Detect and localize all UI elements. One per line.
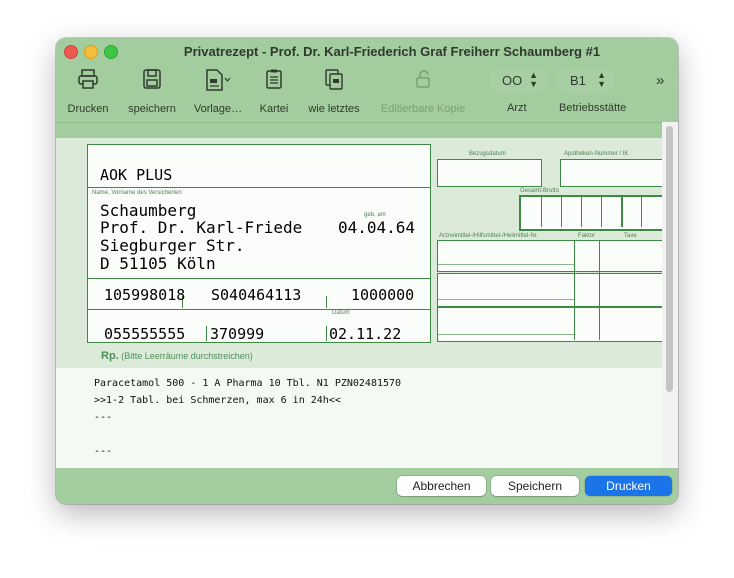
up-down-chevron-icon: ▲ ▼ <box>597 70 606 89</box>
patient-street[interactable]: Siegburger Str. <box>100 236 245 255</box>
prescription-line-3[interactable]: --- <box>94 412 112 423</box>
date-caption: Datum <box>332 310 350 316</box>
site-select-value: B1 <box>570 73 586 88</box>
prescription-line-2[interactable]: >>1-2 Tabl. bei Schmerzen, max 6 in 24h<… <box>94 395 341 406</box>
rp-label-text: Rp. <box>101 350 119 362</box>
toolbar-separator <box>56 122 678 139</box>
field-divider <box>206 326 207 341</box>
doctor-select-label: Arzt <box>507 102 527 114</box>
kostentraeger-number[interactable]: 105998018 <box>104 286 185 304</box>
save-button[interactable]: Speichern <box>491 476 579 496</box>
patient-birthdate[interactable]: 04.04.64 <box>338 218 415 237</box>
medication-number-caption: Arzneimittel-/Hilfsmittel-/Heilmittel-Nr… <box>439 233 539 239</box>
doctor-select-value: OO <box>502 73 523 88</box>
index-toolbar-label: Kartei <box>259 103 289 115</box>
medication-row-2 <box>437 273 662 307</box>
field-divider <box>326 326 327 341</box>
prescription-canvas: AOK PLUS Name, Vorname des Versicherten … <box>56 138 662 468</box>
up-down-chevron-icon: ▲ ▼ <box>529 70 538 89</box>
toolbar-overflow-button[interactable]: » <box>656 72 664 89</box>
column-divider <box>599 240 600 340</box>
tick-baseline <box>437 264 574 265</box>
site-select[interactable]: B1 ▲ ▼ <box>558 69 614 93</box>
doctor-select[interactable]: OO ▲ ▼ <box>490 69 546 93</box>
digit-divider <box>581 197 582 227</box>
print-button[interactable]: Drucken <box>585 476 672 496</box>
title-bar: Privatrezept - Prof. Dr. Karl-Friederich… <box>56 38 678 66</box>
insurer-name[interactable]: AOK PLUS <box>100 166 172 184</box>
site-select-label: Betriebsstätte <box>559 102 627 114</box>
unlock-icon <box>376 68 470 94</box>
scrollbar-thumb[interactable] <box>666 126 673 392</box>
editable-copy-toolbar-button[interactable]: Editierbare Kopie <box>376 68 470 115</box>
print-toolbar-label: Drucken <box>67 103 109 115</box>
prescription-date[interactable]: 02.11.22 <box>329 325 401 343</box>
pharmacy-number-caption: Apotheken-Nummer / IK <box>564 151 629 157</box>
doctor-number[interactable]: 370999 <box>210 325 264 343</box>
index-toolbar-button[interactable]: Kartei <box>252 68 296 115</box>
digit-divider <box>621 197 623 227</box>
clipboard-icon <box>252 68 296 94</box>
insurance-status[interactable]: 1000000 <box>351 286 414 304</box>
tax-caption: Taxe <box>624 233 637 239</box>
template-toolbar-label: Vorlage… <box>193 103 243 115</box>
column-divider <box>574 240 575 340</box>
factor-caption: Faktor <box>578 233 596 239</box>
cancel-button[interactable]: Abbrechen <box>397 476 486 496</box>
editable-copy-toolbar-label: Editierbare Kopie <box>380 103 466 115</box>
prescription-line-4[interactable]: --- <box>94 446 112 457</box>
prescription-window: Privatrezept - Prof. Dr. Karl-Friederich… <box>56 38 678 504</box>
tick-baseline <box>437 334 574 335</box>
patient-caption: Name, Vorname des Versicherten <box>92 190 182 196</box>
template-toolbar-button[interactable]: Vorlage… <box>192 68 244 115</box>
printer-icon <box>66 68 110 94</box>
tick-baseline <box>437 299 574 300</box>
repeat-last-toolbar-button[interactable]: wie letztes <box>302 68 366 115</box>
rp-label: Rp. (Bitte Leerräume durchstreichen) <box>101 350 253 362</box>
bezugsdatum-caption: Bezugsdatum <box>469 151 506 157</box>
copy-document-icon <box>302 68 366 94</box>
print-toolbar-button[interactable]: Drucken <box>66 68 110 115</box>
medication-row-3 <box>437 307 662 342</box>
rp-hint: (Bitte Leerräume durchstreichen) <box>121 351 253 361</box>
patient-firstname[interactable]: Prof. Dr. Karl-Friede <box>100 218 302 237</box>
insured-number[interactable]: S040464113 <box>211 286 301 304</box>
digit-divider <box>601 197 602 227</box>
medication-row-1 <box>437 240 662 272</box>
digit-divider <box>541 197 542 227</box>
digit-divider <box>641 197 642 227</box>
patient-city[interactable]: D 51105 Köln <box>100 254 216 273</box>
floppy-disk-icon <box>122 68 182 94</box>
pharmacy-number-box <box>560 159 662 187</box>
close-window-button[interactable] <box>64 45 78 59</box>
window-title: Privatrezept - Prof. Dr. Karl-Friederich… <box>183 44 601 59</box>
save-toolbar-button[interactable]: speichern <box>122 68 182 115</box>
bezugsdatum-box <box>437 159 542 187</box>
repeat-last-toolbar-label: wie letztes <box>308 103 360 115</box>
gross-total-caption: Gesamt-Brutto <box>520 188 560 194</box>
document-template-icon <box>192 68 244 94</box>
save-toolbar-label: speichern <box>128 103 176 115</box>
field-divider <box>326 296 327 308</box>
site-number[interactable]: 055555555 <box>104 325 185 343</box>
prescription-line-1[interactable]: Paracetamol 500 - 1 A Pharma 10 Tbl. N1 … <box>94 378 401 389</box>
minimize-window-button[interactable] <box>84 45 98 59</box>
digit-divider <box>561 197 562 227</box>
